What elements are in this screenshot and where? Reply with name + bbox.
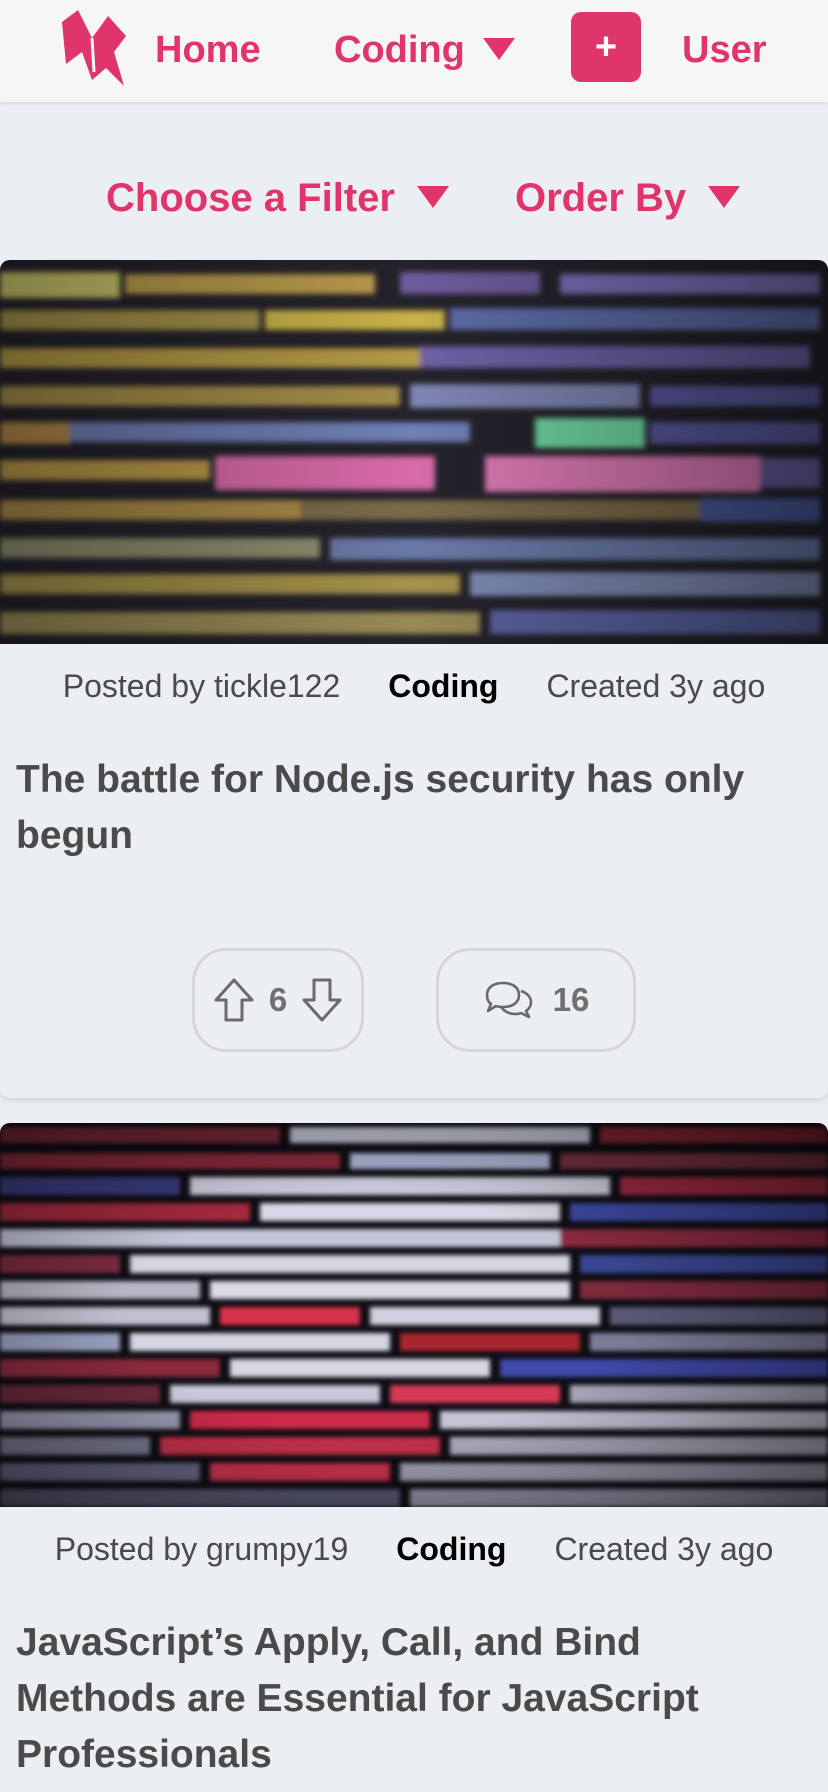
order-by-label: Order By: [515, 176, 687, 220]
comment-count: 16: [552, 981, 590, 1018]
vote-count: 6: [268, 981, 288, 1018]
created-time: Created 3y ago: [546, 667, 766, 704]
article-meta: Posted by tickle122 Coding Created 3y ag…: [0, 644, 828, 728]
article-title[interactable]: JavaScript’s Apply, Call, and Bind Metho…: [16, 1615, 806, 1783]
category-text[interactable]: Coding: [388, 668, 498, 705]
article-meta: Posted by grumpy19 Coding Created 3y ago: [0, 1507, 828, 1591]
order-by-dropdown[interactable]: Order By: [515, 172, 741, 224]
article-actions: 6 16: [0, 948, 828, 1052]
author-text[interactable]: Posted by grumpy19: [55, 1531, 349, 1568]
article-image[interactable]: [0, 260, 828, 644]
nav-coding-label: Coding: [334, 29, 465, 71]
nav-user-link[interactable]: User: [682, 26, 767, 74]
filter-bar: Choose a Filter Order By: [0, 172, 828, 224]
category-text[interactable]: Coding: [396, 1531, 506, 1568]
article-card[interactable]: Posted by tickle122 Coding Created 3y ag…: [0, 260, 828, 1098]
chevron-down-icon: [416, 186, 449, 209]
nav-coding-dropdown[interactable]: Coding: [334, 26, 515, 74]
arrow-up-icon[interactable]: [213, 977, 255, 1023]
article-title[interactable]: The battle for Node.js security has only…: [16, 752, 806, 864]
code-screen-image: [0, 260, 828, 644]
article-card[interactable]: Posted by grumpy19 Coding Created 3y ago…: [0, 1123, 828, 1792]
chevron-down-icon: [482, 37, 515, 60]
add-post-button[interactable]: +: [571, 12, 641, 82]
chevron-down-icon: [708, 186, 741, 209]
nav-home-link[interactable]: Home: [155, 26, 261, 74]
choose-filter-label: Choose a Filter: [106, 176, 395, 220]
comments-button[interactable]: 16: [436, 948, 636, 1052]
logo-icon[interactable]: [58, 8, 128, 92]
vote-control: 6: [192, 948, 364, 1052]
comments-icon: [485, 981, 532, 1019]
arrow-down-icon[interactable]: [301, 977, 343, 1023]
article-image[interactable]: [0, 1123, 828, 1507]
created-time: Created 3y ago: [554, 1530, 774, 1567]
navbar: Home Coding + User: [0, 0, 828, 102]
choose-filter-dropdown[interactable]: Choose a Filter: [106, 172, 449, 224]
code-screen-image: [0, 1123, 828, 1507]
author-text[interactable]: Posted by tickle122: [63, 668, 341, 705]
